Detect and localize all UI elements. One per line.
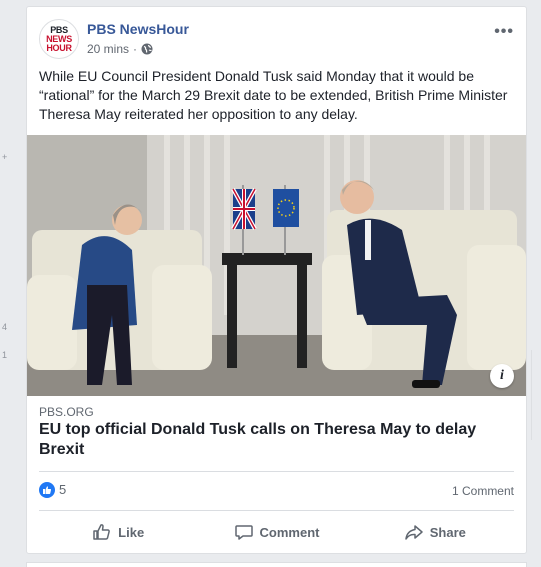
next-post-card <box>26 562 527 567</box>
like-reaction-icon[interactable] <box>39 482 55 498</box>
post-actions: Like Comment Share <box>39 512 514 552</box>
link-preview-image[interactable]: i <box>27 135 526 396</box>
post-header: PBS NEWS HOUR PBS NewsHour 20 mins · ••• <box>39 19 514 63</box>
photo-scene <box>27 135 526 396</box>
right-gutter <box>527 0 541 567</box>
timestamp-link[interactable]: 20 mins <box>87 42 129 56</box>
globe-icon[interactable] <box>141 43 153 55</box>
link-domain: PBS.ORG <box>39 405 94 419</box>
like-count[interactable]: 5 <box>59 482 66 497</box>
gutter-number: 1 <box>2 350 8 360</box>
comment-label: Comment <box>259 524 320 540</box>
gutter-number: 4 <box>2 322 8 332</box>
more-options-button[interactable]: ••• <box>494 23 514 41</box>
divider <box>39 471 514 472</box>
link-title[interactable]: EU top official Donald Tusk calls on The… <box>39 420 514 460</box>
share-button[interactable]: Share <box>356 512 514 552</box>
avatar-text: HOUR <box>46 42 72 53</box>
comment-button[interactable]: Comment <box>197 512 355 552</box>
avatar[interactable]: PBS NEWS HOUR <box>39 19 79 59</box>
thumbs-up-icon <box>43 486 52 494</box>
info-button[interactable]: i <box>490 364 514 388</box>
like-label: Like <box>118 524 145 540</box>
divider <box>39 510 514 511</box>
left-gutter: + 4 1 <box>0 0 26 567</box>
reaction-stats: 5 1 Comment <box>39 479 514 503</box>
post-meta: 20 mins · <box>87 42 153 56</box>
link-preview[interactable]: PBS.ORG EU top official Donald Tusk call… <box>27 396 526 470</box>
gutter-plus: + <box>2 152 8 162</box>
comment-icon <box>234 525 253 540</box>
post-message: While EU Council President Donald Tusk s… <box>39 68 508 122</box>
like-button[interactable]: Like <box>39 512 197 552</box>
thumbs-up-icon <box>93 524 111 540</box>
share-label: Share <box>429 524 466 540</box>
share-icon <box>405 525 423 540</box>
comment-count-link[interactable]: 1 Comment <box>452 484 514 498</box>
news-feed-post: PBS NEWS HOUR PBS NewsHour 20 mins · •••… <box>26 6 527 554</box>
page-name-link[interactable]: PBS NewsHour <box>87 21 189 37</box>
